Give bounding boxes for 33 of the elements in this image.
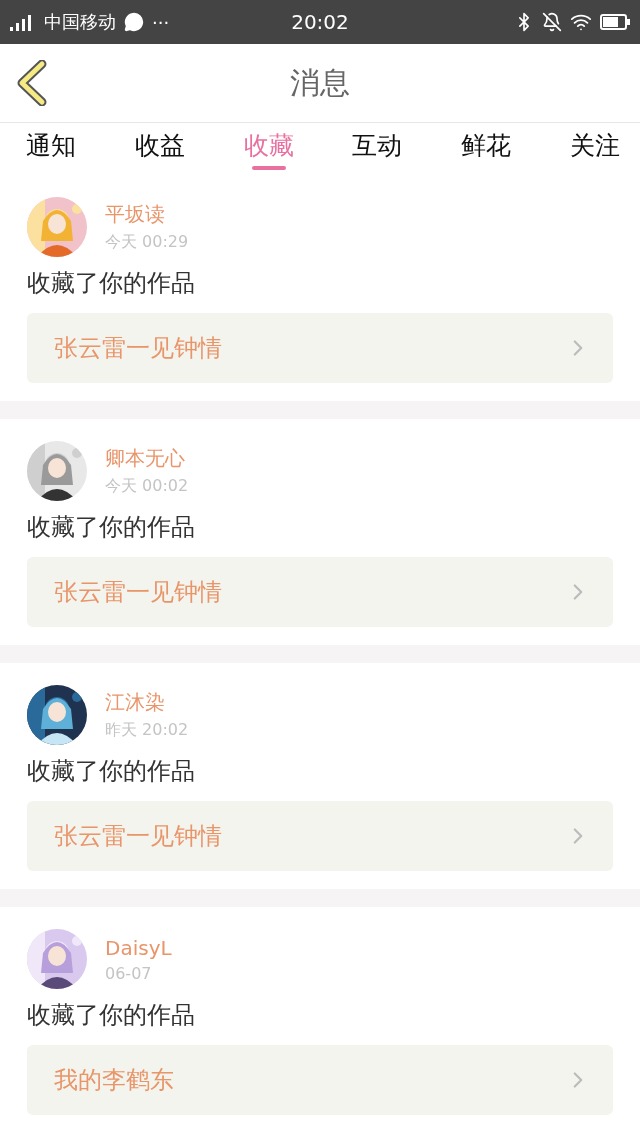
work-link[interactable]: 张云雷一见钟情 — [27, 313, 613, 383]
work-link[interactable]: 我的李鹤东 — [27, 1045, 613, 1115]
battery-icon — [600, 14, 630, 30]
message-time: 昨天 20:02 — [105, 720, 189, 741]
tab[interactable]: 鲜花 — [457, 123, 516, 175]
work-title: 张云雷一见钟情 — [54, 821, 222, 852]
work-link[interactable]: 张云雷一见钟情 — [27, 801, 613, 871]
tab[interactable]: 通知 — [22, 123, 80, 175]
clock: 20:02 — [290, 10, 350, 34]
chat-icon — [124, 12, 144, 32]
more-indicator: ··· — [152, 11, 170, 33]
message-text: 收藏了你的作品 — [27, 756, 196, 787]
bell-off-icon — [542, 12, 562, 32]
work-title: 张云雷一见钟情 — [54, 333, 222, 364]
work-link[interactable]: 张云雷一见钟情 — [27, 557, 613, 627]
tab[interactable]: 互动 — [348, 123, 407, 175]
user-name[interactable]: DaisyL — [105, 935, 172, 960]
user-name[interactable]: 江沐染 — [105, 689, 189, 716]
message-text: 收藏了你的作品 — [27, 1000, 196, 1031]
message-time: 今天 00:02 — [105, 476, 189, 497]
carrier-name: 中国移动 — [44, 10, 116, 34]
tab[interactable]: 收益 — [130, 123, 189, 175]
tab[interactable]: 收藏 — [239, 123, 298, 175]
user-name[interactable]: 平坂读 — [105, 201, 189, 228]
message-time: 06-07 — [105, 963, 153, 983]
user-name[interactable]: 卿本无心 — [105, 445, 189, 472]
page-title: 消息 — [290, 63, 350, 102]
message-time: 今天 00:29 — [105, 232, 189, 253]
message-text: 收藏了你的作品 — [27, 512, 196, 543]
tab[interactable]: 关注 — [566, 123, 624, 175]
work-title: 张云雷一见钟情 — [54, 577, 222, 608]
message-text: 收藏了你的作品 — [27, 268, 196, 299]
work-title: 我的李鹤东 — [54, 1065, 174, 1096]
